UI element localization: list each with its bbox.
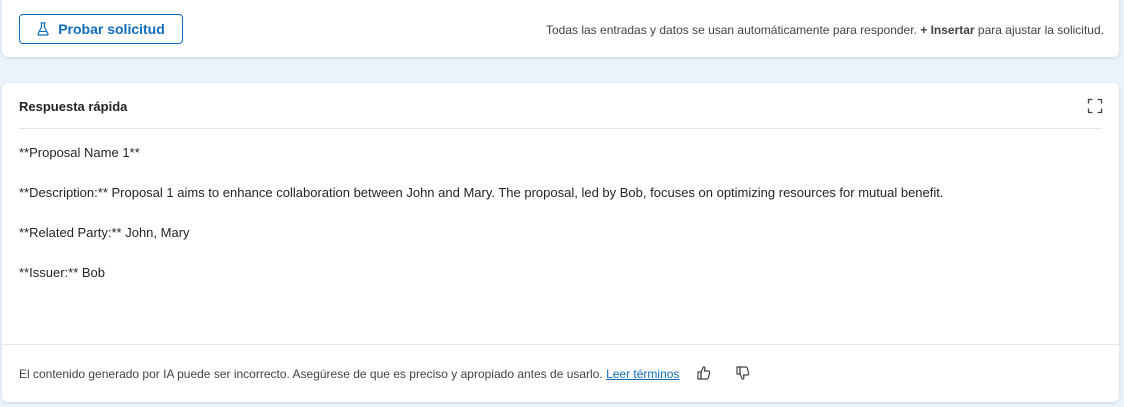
response-title: Respuesta rápida <box>19 99 128 114</box>
test-prompt-label: Probar solicitud <box>58 21 165 37</box>
test-prompt-button[interactable]: Probar solicitud <box>19 14 183 44</box>
flask-icon <box>37 22 49 36</box>
header-divider <box>19 128 1102 129</box>
hint-plus: + <box>920 23 931 37</box>
hint-prefix: Todas las entradas y datos se usan autom… <box>545 23 921 37</box>
hint-insert: Insertar <box>930 23 975 37</box>
response-line: **Proposal Name 1** <box>19 145 140 160</box>
expand-icon[interactable] <box>1087 98 1103 114</box>
hint-suffix: para ajustar la solicitud. <box>974 23 1104 37</box>
footer-divider <box>2 344 1119 345</box>
response-line: **Description:** Proposal 1 aims to enha… <box>19 185 944 200</box>
prompt-toolbar: Probar solicitud Todas las entradas y da… <box>2 0 1119 57</box>
thumbs-down-icon[interactable] <box>735 365 751 381</box>
response-card: Respuesta rápida **Proposal Name 1** **D… <box>2 83 1119 402</box>
response-line: **Related Party:** John, Mary <box>19 225 190 240</box>
thumbs-up-icon[interactable] <box>696 365 712 381</box>
disclaimer-text: El contenido generado por IA puede ser i… <box>19 367 607 381</box>
ai-disclaimer: El contenido generado por IA puede ser i… <box>19 367 679 381</box>
response-body: **Proposal Name 1** **Description:** Pro… <box>19 145 944 305</box>
response-line: **Issuer:** Bob <box>19 265 105 280</box>
prompt-hint: Todas las entradas y datos se usan autom… <box>546 23 1104 37</box>
read-terms-link[interactable]: Leer términos <box>606 367 679 381</box>
